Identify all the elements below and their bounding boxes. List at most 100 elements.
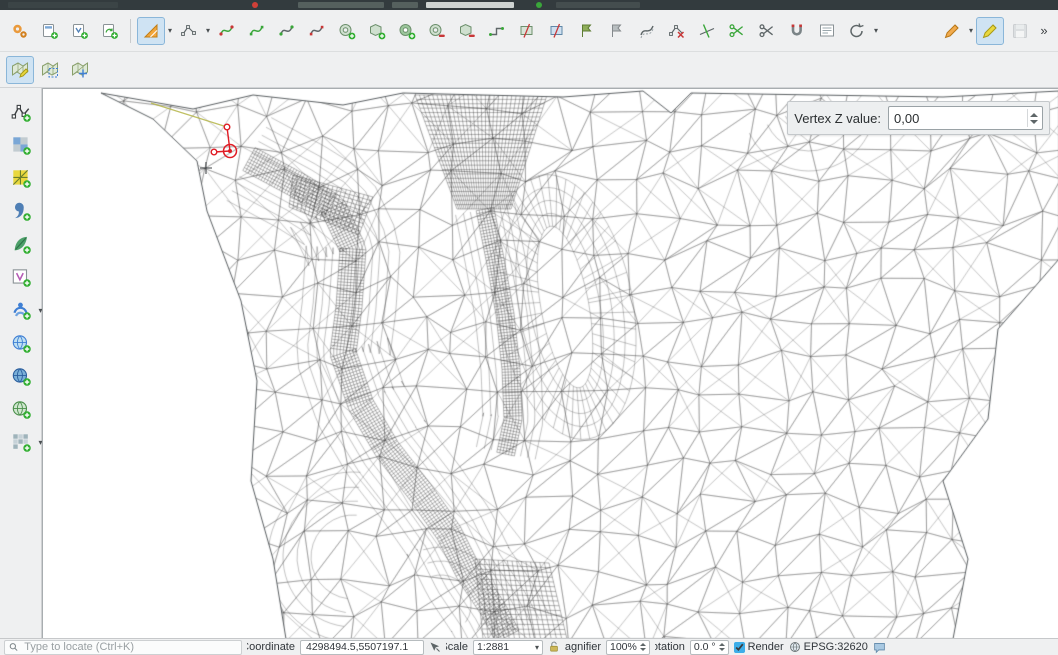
add-delimited-text-layer-icon	[10, 200, 32, 222]
delete-part-button[interactable]	[453, 17, 481, 45]
spin-down-icon[interactable]	[1030, 120, 1038, 124]
coordinate-box[interactable]	[300, 640, 424, 655]
simplify-feature-button[interactable]	[303, 17, 331, 45]
lock-scale-icon[interactable]	[548, 641, 560, 653]
add-ring-icon	[337, 21, 357, 41]
current-edits-icon	[942, 21, 962, 41]
new-shapefile-layer-button[interactable]	[66, 17, 94, 45]
split-features-cut-icon	[727, 21, 747, 41]
toggle-editing-button[interactable]	[976, 17, 1004, 45]
extents-toggle-icon[interactable]	[429, 641, 441, 653]
processing-options-icon	[10, 21, 30, 41]
add-spatialite-layer-button[interactable]	[6, 230, 36, 258]
magnifier-label: Magnifier	[565, 641, 601, 653]
scale-combo[interactable]: 1:2881 ▾	[473, 640, 543, 655]
add-arcgis-layer-button[interactable]	[6, 395, 36, 423]
new-geopackage-layer-button[interactable]	[36, 17, 64, 45]
transform-mesh-vertices-icon	[70, 60, 90, 80]
add-wms-layer-button[interactable]	[6, 296, 36, 324]
add-part-button[interactable]	[363, 17, 391, 45]
split-parts-cut-icon	[757, 21, 777, 41]
add-wcs-layer-button[interactable]	[6, 329, 36, 357]
vertex-z-input[interactable]: 0,00	[888, 106, 1043, 130]
coordinate-input[interactable]	[304, 640, 420, 654]
trim-extend-icon	[697, 21, 717, 41]
map-canvas[interactable]	[43, 89, 1058, 638]
vertex-z-label: Vertex Z value:	[794, 111, 881, 126]
current-edits-button[interactable]	[938, 17, 966, 45]
rotation-value: 0.0 °	[694, 641, 716, 653]
copy-move-feature-button[interactable]	[243, 17, 271, 45]
search-icon	[9, 642, 18, 652]
move-feature-icon	[217, 21, 237, 41]
render-label: Render	[748, 641, 784, 653]
rotate-feature-button[interactable]	[273, 17, 301, 45]
split-features-button[interactable]	[543, 17, 571, 45]
rotate-point-symbols-button[interactable]	[843, 17, 871, 45]
scale-label: Scale	[446, 641, 468, 653]
advanced-digitizing-tools-button[interactable]	[137, 17, 165, 45]
add-vector-layer-button[interactable]	[6, 98, 36, 126]
stream-digitizing-dropdown[interactable]: ▾	[204, 26, 212, 35]
split-parts-icon	[517, 21, 537, 41]
split-parts-button[interactable]	[513, 17, 541, 45]
trim-extend-button[interactable]	[693, 17, 721, 45]
messages-icon[interactable]	[873, 641, 886, 654]
merge-selected-features-button[interactable]	[573, 17, 601, 45]
vertex-z-spinner[interactable]	[1027, 109, 1040, 127]
add-ring-button[interactable]	[333, 17, 361, 45]
magnifier-spinbox[interactable]: 100%	[606, 640, 650, 655]
spin-up-icon[interactable]	[1030, 113, 1038, 117]
stream-digitizing-button[interactable]	[175, 17, 203, 45]
spinner-arrows[interactable]	[719, 643, 725, 651]
current-edits-dropdown[interactable]: ▾	[967, 26, 975, 35]
globe-icon	[789, 641, 801, 653]
select-mesh-elements-button[interactable]	[36, 56, 64, 84]
new-virtual-layer-button[interactable]	[96, 17, 124, 45]
coordinate-label: Coordinate	[247, 641, 295, 653]
digitize-mesh-elements-button[interactable]	[6, 56, 34, 84]
rotation-spinbox[interactable]: 0.0 °	[690, 640, 729, 655]
add-delimited-text-layer-button[interactable]	[6, 197, 36, 225]
split-features-icon	[547, 21, 567, 41]
top-strip-icons	[8, 2, 118, 8]
split-parts-cut-button[interactable]	[753, 17, 781, 45]
add-raster-layer-button[interactable]	[6, 131, 36, 159]
reshape-features-button[interactable]	[483, 17, 511, 45]
split-features-cut-button[interactable]	[723, 17, 751, 45]
render-checkbox[interactable]	[734, 642, 745, 653]
add-mesh-layer-icon	[10, 167, 32, 189]
top-strip-button	[392, 2, 418, 8]
locator-input[interactable]	[22, 640, 237, 654]
move-feature-button[interactable]	[213, 17, 241, 45]
offset-curve-icon	[637, 21, 657, 41]
top-strip-combo	[426, 2, 514, 8]
spinner-arrows[interactable]	[640, 643, 646, 651]
rotate-point-symbols-dropdown[interactable]: ▾	[872, 26, 880, 35]
advanced-digitizing-tools-dropdown[interactable]: ▾	[166, 26, 174, 35]
attributes-list-button[interactable]	[813, 17, 841, 45]
top-strip-add-icon	[536, 2, 542, 8]
add-mesh-layer-button[interactable]	[6, 164, 36, 192]
merge-attributes-button[interactable]	[603, 17, 631, 45]
delete-vertices-button[interactable]	[663, 17, 691, 45]
transform-mesh-vertices-button[interactable]	[66, 56, 94, 84]
processing-options-button[interactable]	[6, 17, 34, 45]
offset-curve-button[interactable]	[633, 17, 661, 45]
merge-attributes-icon	[607, 21, 627, 41]
add-virtual-layer-button[interactable]	[6, 263, 36, 291]
add-wms-layer-icon	[10, 299, 32, 321]
copy-move-feature-icon	[247, 21, 267, 41]
add-xyz-layer-button[interactable]	[6, 428, 36, 456]
rotate-point-symbols-icon	[847, 21, 867, 41]
delete-ring-button[interactable]	[423, 17, 451, 45]
chevron-down-icon[interactable]: ▾	[535, 643, 539, 652]
add-wcs-layer-icon	[10, 332, 32, 354]
add-wfs-layer-button[interactable]	[6, 362, 36, 390]
toolbar-extension-button[interactable]: »	[1036, 17, 1052, 45]
render-toggle[interactable]: Render	[734, 641, 784, 653]
fill-ring-button[interactable]	[393, 17, 421, 45]
locator-search[interactable]	[4, 640, 242, 655]
reverse-line-button[interactable]	[783, 17, 811, 45]
crs-status[interactable]: EPSG:32620	[789, 641, 868, 653]
